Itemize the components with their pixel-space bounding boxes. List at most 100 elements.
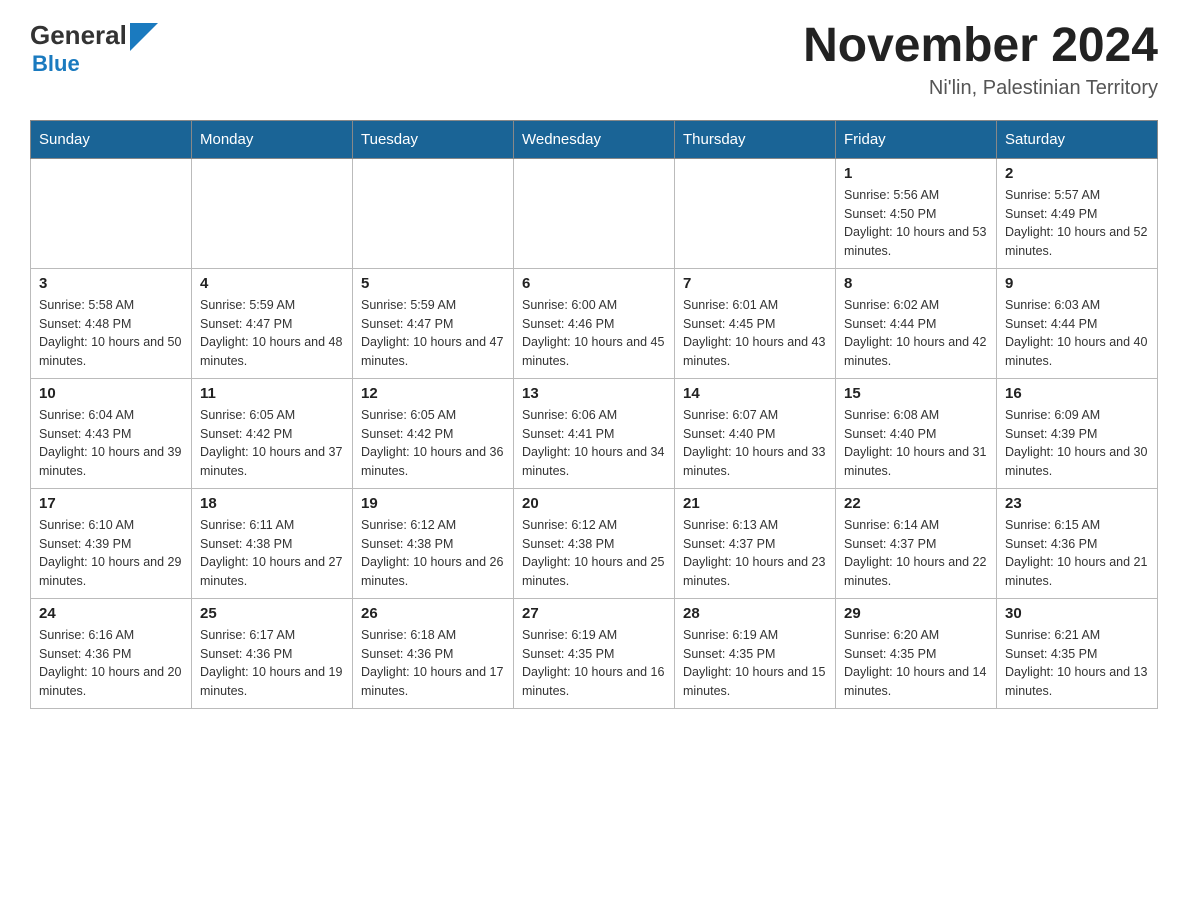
calendar-cell: 1 Sunrise: 5:56 AMSunset: 4:50 PMDaylight… — [836, 158, 997, 268]
calendar-cell: 3 Sunrise: 5:58 AMSunset: 4:48 PMDaylight… — [31, 268, 192, 378]
day-number: 25 — [200, 605, 344, 622]
calendar-cell: 23 Sunrise: 6:15 AMSunset: 4:36 PMDayligh… — [997, 488, 1158, 598]
day-number: 22 — [844, 495, 988, 512]
day-number: 18 — [200, 495, 344, 512]
day-info: Sunrise: 6:14 AMSunset: 4:37 PMDaylight:… — [844, 516, 988, 591]
week-row: 17Sunrise: 6:10 AMSunset: 4:39 PMDayligh… — [31, 488, 1158, 598]
calendar-cell: 28Sunrise: 6:19 AMSunset: 4:35 PMDayligh… — [675, 598, 836, 708]
week-row: 24 Sunrise: 6:16 AMSunset: 4:36 PMDayligh… — [31, 598, 1158, 708]
day-number: 17 — [39, 495, 183, 512]
day-info: Sunrise: 6:07 AMSunset: 4:40 PMDaylight:… — [683, 406, 827, 481]
calendar-cell: 4 Sunrise: 5:59 AMSunset: 4:47 PMDaylight… — [192, 268, 353, 378]
logo-triangle-icon — [130, 23, 158, 51]
calendar-cell: 26 Sunrise: 6:18 AMSunset: 4:36 PMDayligh… — [353, 598, 514, 708]
calendar-cell: 24 Sunrise: 6:16 AMSunset: 4:36 PMDayligh… — [31, 598, 192, 708]
day-number: 19 — [361, 495, 505, 512]
day-number: 13 — [522, 385, 666, 402]
day-info: Sunrise: 6:19 AMSunset: 4:35 PMDaylight:… — [522, 626, 666, 701]
day-info: Sunrise: 6:18 AMSunset: 4:36 PMDaylight:… — [361, 626, 505, 701]
calendar-cell: 30Sunrise: 6:21 AMSunset: 4:35 PMDayligh… — [997, 598, 1158, 708]
day-number: 15 — [844, 385, 988, 402]
calendar-cell: 9 Sunrise: 6:03 AMSunset: 4:44 PMDaylight… — [997, 268, 1158, 378]
day-number: 16 — [1005, 385, 1149, 402]
day-number: 27 — [522, 605, 666, 622]
calendar-cell: 12 Sunrise: 6:05 AMSunset: 4:42 PMDayligh… — [353, 378, 514, 488]
calendar-cell: 25 Sunrise: 6:17 AMSunset: 4:36 PMDayligh… — [192, 598, 353, 708]
day-info: Sunrise: 6:00 AMSunset: 4:46 PMDaylight:… — [522, 296, 666, 371]
calendar-cell — [353, 158, 514, 268]
day-number: 5 — [361, 275, 505, 292]
day-info: Sunrise: 6:05 AMSunset: 4:42 PMDaylight:… — [361, 406, 505, 481]
day-number: 11 — [200, 385, 344, 402]
day-number: 7 — [683, 275, 827, 292]
calendar-cell: 19 Sunrise: 6:12 AMSunset: 4:38 PMDayligh… — [353, 488, 514, 598]
month-year-title: November 2024 — [803, 20, 1158, 73]
day-info: Sunrise: 6:06 AMSunset: 4:41 PMDaylight:… — [522, 406, 666, 481]
calendar-cell — [192, 158, 353, 268]
day-number: 9 — [1005, 275, 1149, 292]
calendar-cell: 22 Sunrise: 6:14 AMSunset: 4:37 PMDayligh… — [836, 488, 997, 598]
day-number: 3 — [39, 275, 183, 292]
calendar-cell: 17Sunrise: 6:10 AMSunset: 4:39 PMDayligh… — [31, 488, 192, 598]
calendar-cell: 20Sunrise: 6:12 AMSunset: 4:38 PMDayligh… — [514, 488, 675, 598]
calendar-cell: 21Sunrise: 6:13 AMSunset: 4:37 PMDayligh… — [675, 488, 836, 598]
calendar-cell — [514, 158, 675, 268]
day-number: 14 — [683, 385, 827, 402]
calendar-cell: 15 Sunrise: 6:08 AMSunset: 4:40 PMDayligh… — [836, 378, 997, 488]
day-of-week-header: Friday — [836, 120, 997, 158]
day-info: Sunrise: 6:19 AMSunset: 4:35 PMDaylight:… — [683, 626, 827, 701]
day-info: Sunrise: 6:04 AMSunset: 4:43 PMDaylight:… — [39, 406, 183, 481]
calendar-cell: 27 Sunrise: 6:19 AMSunset: 4:35 PMDayligh… — [514, 598, 675, 708]
day-info: Sunrise: 6:21 AMSunset: 4:35 PMDaylight:… — [1005, 626, 1149, 701]
day-info: Sunrise: 6:09 AMSunset: 4:39 PMDaylight:… — [1005, 406, 1149, 481]
logo: General Blue — [30, 20, 158, 77]
day-number: 4 — [200, 275, 344, 292]
day-number: 6 — [522, 275, 666, 292]
calendar-cell — [675, 158, 836, 268]
day-number: 12 — [361, 385, 505, 402]
day-info: Sunrise: 6:17 AMSunset: 4:36 PMDaylight:… — [200, 626, 344, 701]
location-subtitle: Ni'lin, Palestinian Territory — [803, 77, 1158, 100]
calendar-cell: 2Sunrise: 5:57 AMSunset: 4:49 PMDaylight… — [997, 158, 1158, 268]
day-info: Sunrise: 5:59 AMSunset: 4:47 PMDaylight:… — [361, 296, 505, 371]
day-info: Sunrise: 6:05 AMSunset: 4:42 PMDaylight:… — [200, 406, 344, 481]
calendar-table: SundayMondayTuesdayWednesdayThursdayFrid… — [30, 120, 1158, 709]
day-number: 8 — [844, 275, 988, 292]
day-info: Sunrise: 6:15 AMSunset: 4:36 PMDaylight:… — [1005, 516, 1149, 591]
day-number: 1 — [844, 165, 988, 182]
calendar-cell: 6 Sunrise: 6:00 AMSunset: 4:46 PMDaylight… — [514, 268, 675, 378]
calendar-cell: 7 Sunrise: 6:01 AMSunset: 4:45 PMDaylight… — [675, 268, 836, 378]
calendar-cell: 5 Sunrise: 5:59 AMSunset: 4:47 PMDaylight… — [353, 268, 514, 378]
calendar-cell: 29 Sunrise: 6:20 AMSunset: 4:35 PMDayligh… — [836, 598, 997, 708]
calendar-cell: 14 Sunrise: 6:07 AMSunset: 4:40 PMDayligh… — [675, 378, 836, 488]
day-number: 24 — [39, 605, 183, 622]
day-info: Sunrise: 6:01 AMSunset: 4:45 PMDaylight:… — [683, 296, 827, 371]
day-number: 29 — [844, 605, 988, 622]
week-row: 3 Sunrise: 5:58 AMSunset: 4:48 PMDaylight… — [31, 268, 1158, 378]
day-info: Sunrise: 6:12 AMSunset: 4:38 PMDaylight:… — [361, 516, 505, 591]
day-number: 26 — [361, 605, 505, 622]
logo-general-text: General — [30, 20, 127, 51]
day-info: Sunrise: 6:08 AMSunset: 4:40 PMDaylight:… — [844, 406, 988, 481]
page-header: General Blue November 2024 Ni'lin, Pales… — [30, 20, 1158, 100]
calendar-cell: 16 Sunrise: 6:09 AMSunset: 4:39 PMDayligh… — [997, 378, 1158, 488]
day-info: Sunrise: 5:56 AMSunset: 4:50 PMDaylight:… — [844, 186, 988, 261]
day-info: Sunrise: 5:59 AMSunset: 4:47 PMDaylight:… — [200, 296, 344, 371]
calendar-cell: 10 Sunrise: 6:04 AMSunset: 4:43 PMDayligh… — [31, 378, 192, 488]
day-info: Sunrise: 5:57 AMSunset: 4:49 PMDaylight:… — [1005, 186, 1149, 261]
calendar-cell: 11 Sunrise: 6:05 AMSunset: 4:42 PMDayligh… — [192, 378, 353, 488]
day-info: Sunrise: 6:16 AMSunset: 4:36 PMDaylight:… — [39, 626, 183, 701]
day-number: 10 — [39, 385, 183, 402]
day-info: Sunrise: 6:20 AMSunset: 4:35 PMDaylight:… — [844, 626, 988, 701]
day-of-week-header: Saturday — [997, 120, 1158, 158]
day-of-week-header: Sunday — [31, 120, 192, 158]
day-info: Sunrise: 5:58 AMSunset: 4:48 PMDaylight:… — [39, 296, 183, 371]
calendar-header-row: SundayMondayTuesdayWednesdayThursdayFrid… — [31, 120, 1158, 158]
title-area: November 2024 Ni'lin, Palestinian Territ… — [803, 20, 1158, 100]
week-row: 1 Sunrise: 5:56 AMSunset: 4:50 PMDaylight… — [31, 158, 1158, 268]
day-info: Sunrise: 6:02 AMSunset: 4:44 PMDaylight:… — [844, 296, 988, 371]
day-info: Sunrise: 6:03 AMSunset: 4:44 PMDaylight:… — [1005, 296, 1149, 371]
calendar-cell: 13 Sunrise: 6:06 AMSunset: 4:41 PMDayligh… — [514, 378, 675, 488]
day-number: 23 — [1005, 495, 1149, 512]
day-of-week-header: Monday — [192, 120, 353, 158]
